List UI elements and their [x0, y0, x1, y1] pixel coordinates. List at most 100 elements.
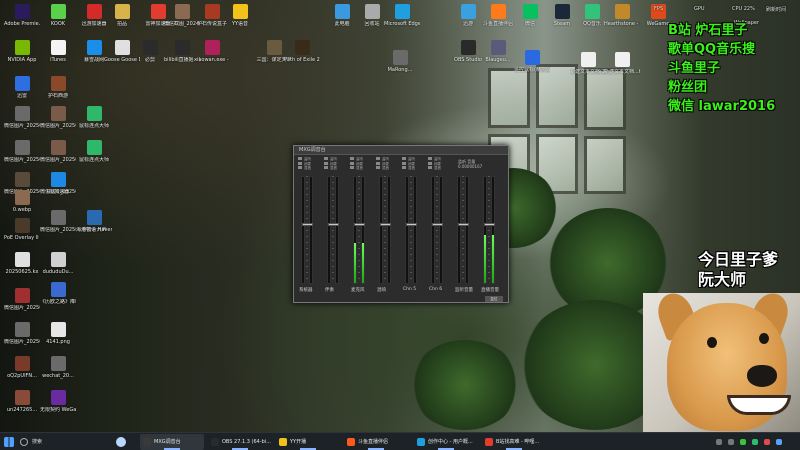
mixer-toggle[interactable] — [350, 157, 354, 160]
tray-app-icon[interactable] — [752, 439, 758, 445]
desktop-icon[interactable]: 新建文本文档(3).txt — [570, 52, 606, 75]
desktop-icon-label: 4141.png — [46, 339, 70, 345]
desktop-icon-label: OBS Studio — [454, 57, 482, 63]
mixer-toggle[interactable] — [298, 166, 302, 169]
desktop-icon[interactable]: iTunes — [40, 40, 76, 63]
taskbar-app-button[interactable]: YY开播 — [276, 434, 340, 450]
mixer-toggle[interactable] — [350, 161, 354, 165]
desktop-icon[interactable]: oQ2pUIFN... — [4, 356, 40, 379]
copilot-icon[interactable] — [116, 437, 126, 447]
desktop-icon-label: 新建文本文档(3).txt — [570, 69, 606, 75]
desktop-icon[interactable]: 微信图片_2025062... — [4, 288, 40, 311]
mixer-titlebar[interactable]: MXG调音台 — [294, 146, 508, 155]
tray-app-icon[interactable] — [776, 439, 782, 445]
mixer-toggle[interactable] — [402, 166, 406, 169]
tray-battery-icon[interactable] — [740, 439, 746, 445]
desktop-icon[interactable]: dududuDu... — [40, 252, 76, 275]
desktop-icon[interactable]: 鼠标连点大师 — [76, 140, 112, 163]
mixer-toggle[interactable] — [376, 157, 380, 160]
desktop-icon[interactable]: 微信图片_2025073... — [40, 210, 76, 233]
mixer-control-group[interactable]: 监听 闭麦 混音 — [297, 157, 319, 171]
desktop-icon-label: un247265... — [6, 407, 38, 413]
tray-network-icon[interactable] — [716, 439, 722, 445]
desktop-icon[interactable]: 微信 — [512, 4, 548, 27]
desktop-icon[interactable]: Hearthstone - 快捷方式 — [604, 4, 640, 27]
desktop-icon[interactable]: OBS Studio — [450, 40, 486, 63]
desktop-icon[interactable]: 0.webp — [4, 190, 40, 213]
fader-handle[interactable] — [406, 223, 417, 227]
mixer-toggle[interactable] — [402, 161, 406, 165]
tray-app-icon[interactable] — [764, 439, 770, 445]
mixer-control-group[interactable]: 监听 闭麦 混音 — [401, 157, 423, 171]
desktop-icon[interactable]: 拍品 — [104, 4, 140, 27]
mixer-reset-button[interactable]: 复位 — [485, 296, 503, 302]
mixer-control-group[interactable]: 监听 闭麦 混音 — [323, 157, 345, 171]
desktop-icon[interactable]: 微信图片_2025091... — [4, 322, 40, 345]
desktop-icon[interactable]: 护石西游 — [40, 76, 76, 99]
mixer-toggle[interactable] — [324, 166, 328, 169]
windows-start-icon[interactable] — [4, 437, 14, 447]
fader-handle[interactable] — [458, 223, 469, 227]
mixer-toggle[interactable] — [376, 161, 380, 165]
taskbar-app-button[interactable]: 创作中心 - 用户概... — [414, 434, 478, 450]
fader-handle[interactable] — [328, 223, 339, 227]
desktop-icon[interactable]: 《历欧之路》降临：竞争... — [40, 282, 76, 305]
mixer-toggle[interactable] — [376, 166, 380, 169]
mixer-toggle[interactable] — [428, 161, 432, 165]
desktop-icon[interactable]: 微信图片_2025072... — [40, 140, 76, 163]
mixer-control-group[interactable]: 监听 闭麦 混音 — [427, 157, 449, 171]
fader-handle[interactable] — [302, 223, 313, 227]
desktop-icon[interactable]: wechat_20... — [40, 356, 76, 379]
mixer-control-group[interactable]: 监听 闭麦 混音 — [375, 157, 397, 171]
mixer-window[interactable]: MXG调音台 监听 闭麦 混音 监听 闭麦 混音 监听 闭麦 混音 监听 闭麦 混音 监听 闭麦 混音 监听闭… — [293, 145, 509, 303]
desktop-icon[interactable]: 微信图片_2025072... — [4, 106, 40, 129]
fader-handle[interactable] — [354, 223, 365, 227]
desktop-icon[interactable]: xiaowan.exe - 快捷方式 — [194, 40, 230, 63]
taskbar-app-button[interactable]: OBS 27.1.3 (64-bi... — [208, 434, 272, 450]
mixer-toggle[interactable] — [350, 166, 354, 169]
desktop-icon[interactable]: PoE Overlay II Standal... — [4, 218, 40, 241]
desktop-icon[interactable]: 迅雷 — [4, 76, 40, 99]
desktop-icon[interactable]: 遥控鼠标(精简版) — [514, 50, 550, 73]
fader-handle[interactable] — [484, 223, 495, 227]
taskbar-app-button[interactable]: B站找高难 - 哔哩... — [482, 434, 546, 450]
fader-handle[interactable] — [380, 223, 391, 227]
image-icon — [50, 106, 66, 121]
mixer-toggle[interactable] — [428, 166, 432, 169]
mixer-toggle[interactable] — [298, 157, 302, 160]
search-icon[interactable] — [20, 438, 28, 446]
desktop-icon[interactable]: 微信图片_2025072... — [40, 106, 76, 129]
desktop-icon[interactable]: 20250625.kx — [4, 252, 40, 275]
hearthstone-box-icon — [204, 4, 220, 19]
mixer-toggle[interactable] — [324, 161, 328, 165]
desktop-icon[interactable]: NVIDIA App — [4, 40, 40, 63]
mixer-channel-strip — [430, 176, 446, 284]
taskbar-app-button[interactable]: 斗鱼直播伴侣 — [344, 434, 408, 450]
desktop-icon[interactable]: 必剪 — [132, 40, 168, 63]
mixer-toggle[interactable] — [428, 157, 432, 160]
fader-track — [410, 176, 412, 284]
tray-volume-icon[interactable] — [728, 439, 734, 445]
desktop-icon[interactable]: 海港物语 Havendock — [76, 210, 112, 233]
desktop-icon[interactable]: 新建文本文档...txt — [604, 52, 640, 75]
desktop-icon[interactable]: 斗鱼直播伴侣 — [480, 4, 516, 27]
desktop-icon[interactable]: 4141.png — [40, 322, 76, 345]
desktop-icon[interactable]: MaRong... — [382, 50, 418, 73]
desktop-icon[interactable]: un247265... — [4, 390, 40, 413]
mixer-toggle[interactable] — [298, 161, 302, 165]
desktop-icon[interactable]: Microsoft Edge — [384, 4, 420, 27]
desktop-icon[interactable]: Path of Exile 2 — [284, 40, 320, 63]
desktop-icon[interactable]: KOOK — [40, 4, 76, 27]
desktop-icon[interactable]: YY语音 — [222, 4, 258, 27]
taskbar-app-button[interactable]: MXG调音台 — [140, 434, 204, 450]
desktop-icon[interactable]: UU加速器 — [40, 172, 76, 195]
mixer-toggle[interactable] — [402, 157, 406, 160]
fader-handle[interactable] — [432, 223, 443, 227]
search-label[interactable]: 搜索 — [32, 433, 42, 450]
desktop-icon[interactable]: 鼠标连点大师 — [76, 106, 112, 129]
desktop-icon[interactable]: Adobe Premie... — [4, 4, 40, 27]
desktop-icon[interactable]: 微信图片_2025080... — [4, 140, 40, 163]
mixer-control-group[interactable]: 监听 闭麦 混音 — [349, 157, 371, 171]
mixer-toggle[interactable] — [324, 157, 328, 160]
desktop-icon[interactable]: 无限契约 WeGame版 — [40, 390, 76, 413]
